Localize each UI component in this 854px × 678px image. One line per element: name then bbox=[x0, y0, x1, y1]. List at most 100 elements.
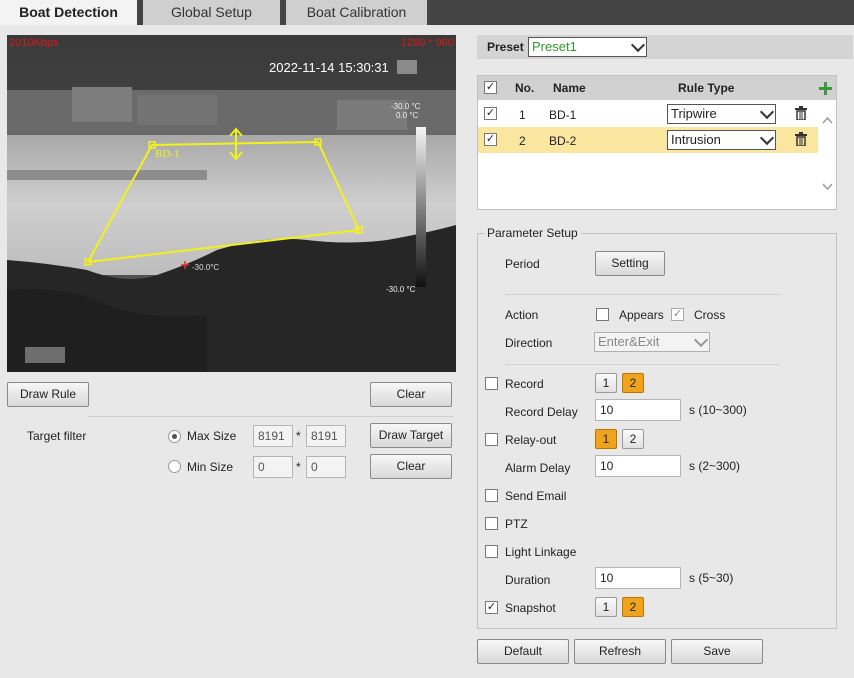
spot-temp-osd: -30.0°C bbox=[192, 263, 219, 272]
preset-bar: Preset Preset1 bbox=[477, 35, 853, 59]
appears-label: Appears bbox=[619, 308, 664, 322]
temp-top-osd: -30.0 °C bbox=[391, 102, 421, 111]
max-height-input[interactable]: 8191 bbox=[306, 425, 346, 447]
row-name: BD-2 bbox=[549, 134, 577, 148]
chevron-down-icon bbox=[630, 37, 646, 53]
row-name: BD-1 bbox=[549, 108, 577, 122]
period-label: Period bbox=[505, 257, 540, 271]
trash-icon[interactable] bbox=[795, 106, 807, 120]
rule-type-value: Intrusion bbox=[671, 132, 721, 147]
preset-value: Preset1 bbox=[532, 39, 577, 54]
tab-global-setup[interactable]: Global Setup bbox=[143, 0, 280, 25]
row-no: 1 bbox=[519, 108, 526, 122]
table-row[interactable]: ✓ 1 BD-1 Tripwire bbox=[478, 101, 818, 127]
alarm-delay-label: Alarm Delay bbox=[505, 461, 571, 475]
add-rule-icon[interactable] bbox=[819, 82, 832, 95]
divider bbox=[505, 294, 780, 295]
relay-out-label: Relay-out bbox=[505, 433, 557, 447]
snapshot-channel-1[interactable]: 1 bbox=[595, 597, 617, 617]
relay-out-checkbox[interactable] bbox=[485, 433, 498, 446]
rules-table-header: ✓ No. Name Rule Type bbox=[478, 76, 836, 100]
refresh-button[interactable]: Refresh bbox=[574, 639, 666, 664]
ptz-checkbox[interactable] bbox=[485, 517, 498, 530]
draw-target-button[interactable]: Draw Target bbox=[370, 423, 452, 448]
video-preview[interactable]: 2010Kbps 1280 * 960 2022-11-14 15:30:31 … bbox=[7, 35, 456, 372]
ptz-label: PTZ bbox=[505, 517, 528, 531]
duration-input[interactable]: 10 bbox=[595, 567, 681, 589]
duration-label: Duration bbox=[505, 573, 551, 587]
light-linkage-label: Light Linkage bbox=[505, 545, 577, 559]
max-size-label: Max Size bbox=[187, 429, 237, 443]
rule-label-osd: BD-1 bbox=[155, 148, 179, 160]
min-size-label: Min Size bbox=[187, 460, 234, 474]
min-height-input[interactable]: 0 bbox=[306, 456, 346, 478]
default-button[interactable]: Default bbox=[477, 639, 569, 664]
trash-icon[interactable] bbox=[795, 132, 807, 146]
select-all-checkbox[interactable]: ✓ bbox=[484, 81, 497, 94]
snapshot-label: Snapshot bbox=[505, 601, 556, 615]
rule-type-select[interactable]: Intrusion bbox=[667, 130, 776, 150]
relay-channel-2[interactable]: 2 bbox=[622, 429, 644, 449]
save-button[interactable]: Save bbox=[671, 639, 763, 664]
record-checkbox[interactable] bbox=[485, 377, 498, 390]
duration-range: s (5~30) bbox=[689, 571, 734, 585]
cross-checkbox[interactable]: ✓ bbox=[671, 308, 684, 321]
row-checkbox[interactable]: ✓ bbox=[484, 107, 497, 120]
rules-table: ✓ No. Name Rule Type ✓ 1 BD-1 Tripwire ✓… bbox=[477, 75, 837, 210]
chevron-up-icon[interactable] bbox=[822, 117, 833, 124]
times-sign: * bbox=[296, 429, 301, 443]
snapshot-checkbox[interactable]: ✓ bbox=[485, 601, 498, 614]
temp-bottom-osd: -30.0 °C bbox=[386, 285, 416, 294]
min-size-radio[interactable] bbox=[168, 460, 181, 473]
tab-bar: Boat Detection Global Setup Boat Calibra… bbox=[0, 0, 854, 25]
send-email-checkbox[interactable] bbox=[485, 489, 498, 502]
direction-label: Direction bbox=[505, 336, 553, 350]
relay-channel-1[interactable]: 1 bbox=[595, 429, 617, 449]
min-width-input[interactable]: 0 bbox=[253, 456, 293, 478]
period-setting-button[interactable]: Setting bbox=[595, 251, 665, 276]
tab-boat-calibration[interactable]: Boat Calibration bbox=[286, 0, 427, 25]
temp-top2-osd: 0.0 °C bbox=[396, 111, 419, 120]
preset-select[interactable]: Preset1 bbox=[528, 37, 647, 57]
row-checkbox[interactable]: ✓ bbox=[484, 133, 497, 146]
record-delay-range: s (10~300) bbox=[689, 403, 747, 417]
snapshot-channel-2[interactable]: 2 bbox=[622, 597, 644, 617]
tab-boat-detection[interactable]: Boat Detection bbox=[0, 0, 137, 25]
clear-target-button[interactable]: Clear bbox=[370, 454, 452, 479]
divider bbox=[505, 364, 780, 365]
col-no: No. bbox=[515, 81, 535, 95]
divider bbox=[88, 416, 453, 417]
direction-value: Enter&Exit bbox=[598, 334, 660, 349]
record-delay-input[interactable]: 10 bbox=[595, 399, 681, 421]
rule-type-value: Tripwire bbox=[671, 106, 717, 121]
times-sign: * bbox=[296, 460, 301, 474]
max-width-input[interactable]: 8191 bbox=[253, 425, 293, 447]
record-channel-2[interactable]: 2 bbox=[622, 373, 644, 393]
parameter-setup-legend: Parameter Setup bbox=[484, 226, 581, 240]
col-rule-type: Rule Type bbox=[678, 81, 735, 95]
alarm-delay-input[interactable]: 10 bbox=[595, 455, 681, 477]
draw-rule-button[interactable]: Draw Rule bbox=[7, 382, 89, 407]
table-row[interactable]: ✓ 2 BD-2 Intrusion bbox=[478, 127, 818, 153]
target-filter-label: Target filter bbox=[27, 429, 87, 443]
record-delay-label: Record Delay bbox=[505, 405, 578, 419]
appears-checkbox[interactable] bbox=[596, 308, 609, 321]
resolution-osd: 1280 * 960 bbox=[401, 37, 454, 49]
record-label: Record bbox=[505, 377, 544, 391]
action-label: Action bbox=[505, 308, 539, 322]
alarm-delay-range: s (2~300) bbox=[689, 459, 741, 473]
max-size-radio[interactable] bbox=[168, 430, 181, 443]
light-linkage-checkbox[interactable] bbox=[485, 545, 498, 558]
chevron-down-icon[interactable] bbox=[822, 183, 833, 190]
clear-rule-button[interactable]: Clear bbox=[370, 382, 452, 407]
record-channel-1[interactable]: 1 bbox=[595, 373, 617, 393]
thermal-scene: 2010Kbps 1280 * 960 2022-11-14 15:30:31 … bbox=[7, 35, 456, 372]
scrollbar[interactable] bbox=[819, 101, 836, 209]
rule-type-select[interactable]: Tripwire bbox=[667, 104, 776, 124]
chevron-down-icon bbox=[759, 104, 775, 120]
chevron-down-icon bbox=[759, 130, 775, 146]
chevron-down-icon bbox=[693, 332, 709, 348]
send-email-label: Send Email bbox=[505, 489, 567, 503]
timestamp-osd: 2022-11-14 15:30:31 bbox=[269, 60, 389, 75]
direction-select[interactable]: Enter&Exit bbox=[594, 332, 710, 352]
